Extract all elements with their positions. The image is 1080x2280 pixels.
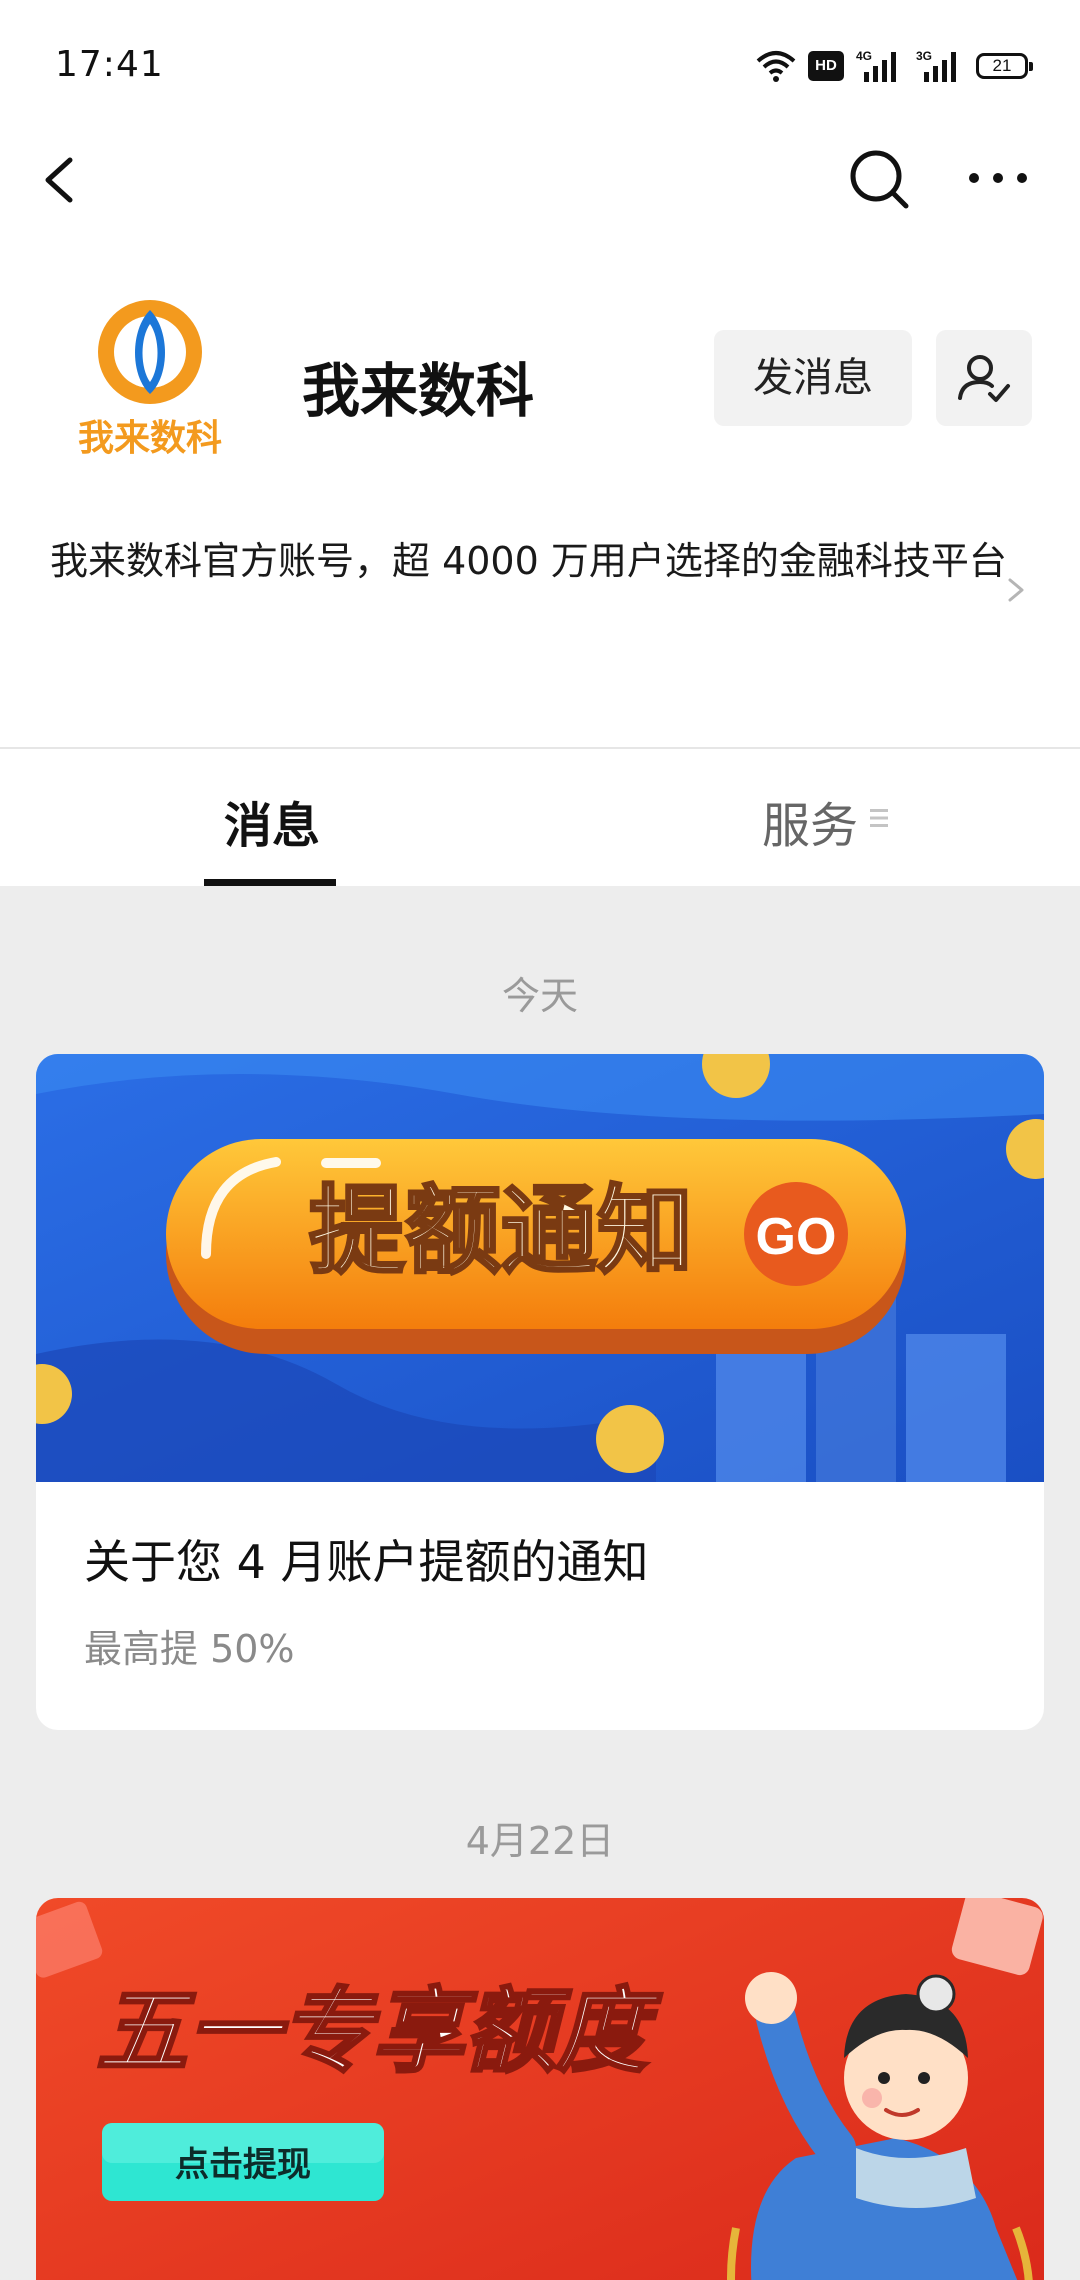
account-name: 我来数科: [302, 357, 535, 425]
signal-4g-icon: 4G: [856, 49, 896, 82]
tab-messages[interactable]: 消息: [224, 786, 320, 856]
banner-go: GO: [756, 1208, 837, 1266]
hd-icon: HD: [808, 51, 844, 81]
feed-date: 今天: [501, 974, 578, 1018]
status-icons: HD 4G 3G 21: [756, 46, 1033, 86]
message-subtitle: 最高提 50%: [84, 1627, 295, 1671]
battery-icon: 21: [976, 53, 1033, 79]
brand-logo-text: 我来数科: [78, 418, 222, 459]
divider: [0, 747, 1080, 749]
account-description[interactable]: 我来数科官方账号，超 4000 万用户选择的金融科技平台: [50, 530, 1010, 592]
user-check-icon: [958, 355, 1010, 402]
nav-bar: [0, 130, 1080, 230]
search-icon[interactable]: [840, 138, 920, 222]
chevron-right-icon[interactable]: [1004, 570, 1028, 610]
banner-image: 提额通知 GO: [36, 1054, 1044, 1482]
message-card[interactable]: 提额通知 GO 关于您 4 月账户提额的通知 最高提 50%: [36, 1054, 1044, 1730]
menu-icon: [870, 809, 888, 827]
banner-headline: 提额通知: [309, 1175, 693, 1287]
signal-4g-label: 4G: [856, 49, 872, 63]
tab-active-indicator: [204, 879, 336, 886]
status-bar: 17:41 HD 4G 3G 21: [0, 0, 1080, 130]
follow-button[interactable]: [936, 330, 1032, 426]
brand-logo: 我来数科: [78, 300, 222, 459]
more-icon[interactable]: [958, 138, 1038, 222]
status-time: 17:41: [55, 44, 164, 85]
signal-3g-label: 3G: [916, 49, 932, 63]
send-message-button[interactable]: 发消息: [714, 330, 912, 426]
banner-cta: 点击提现: [175, 2145, 311, 2185]
signal-3g-icon: 3G: [916, 49, 956, 82]
tab-services[interactable]: 服务: [762, 786, 858, 856]
banner-headline: 五一专享额度: [96, 1978, 663, 2085]
message-title: 关于您 4 月账户提额的通知: [84, 1535, 649, 1589]
feed-date: 4月22日: [465, 1819, 615, 1863]
message-card[interactable]: 五一专享额度 点击提现: [36, 1898, 1044, 2280]
banner-image: 五一专享额度 点击提现: [36, 1898, 1044, 2280]
chevron-left-icon[interactable]: [36, 140, 96, 220]
wifi-icon: [756, 51, 796, 82]
